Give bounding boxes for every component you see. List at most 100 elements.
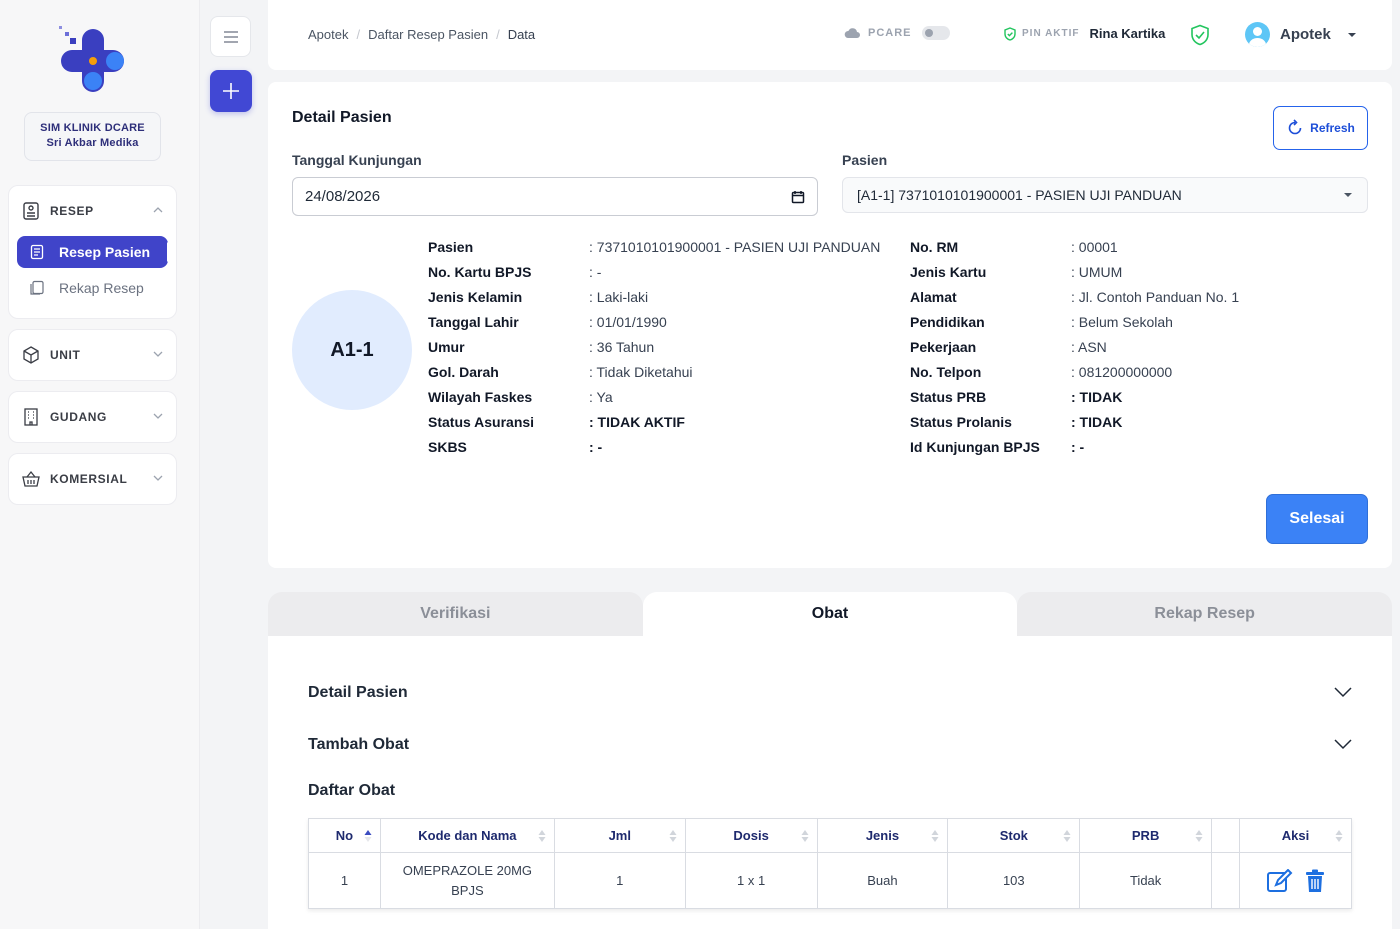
refresh-button[interactable]: Refresh (1273, 106, 1368, 150)
cell-jenis: Buah (816, 852, 949, 909)
tab-verifikasi[interactable]: Verifikasi (268, 592, 643, 636)
pasien-selected-value: [A1-1] 7371010101900001 - PASIEN UJI PAN… (857, 187, 1182, 203)
clinic-branch: Sri Akbar Medika (46, 137, 139, 149)
building-icon (21, 407, 41, 427)
info-key: No. RM (910, 238, 959, 255)
cell-nama-text: OMEPRAZOLE 20MG BPJS (402, 862, 533, 898)
col-kode-nama[interactable]: Kode dan Nama (379, 818, 555, 853)
selesai-button[interactable]: Selesai (1266, 494, 1368, 544)
info-key: Jenis Kartu (910, 263, 987, 280)
col-prb[interactable]: PRB (1079, 818, 1213, 853)
info-row: Wilayah Faskes: Ya (428, 384, 880, 409)
chevron-down-icon[interactable] (1334, 686, 1352, 698)
menu-gudang-label: GUDANG (50, 410, 107, 424)
info-key: Id Kunjungan BPJS (910, 438, 1040, 455)
prescription-icon (21, 201, 41, 221)
pasien-select[interactable]: [A1-1] 7371010101900001 - PASIEN UJI PAN… (842, 177, 1368, 213)
queue-code-badge: A1-1 (292, 290, 412, 410)
sidebar-item-label: Resep Pasien (59, 244, 151, 260)
sort-icon (669, 830, 677, 842)
sidebar-item-resep-pasien[interactable]: Resep Pasien (17, 236, 170, 268)
caret-down-icon (1344, 193, 1352, 197)
col-label: Kode dan Nama (418, 828, 517, 843)
copy-icon (30, 280, 44, 295)
trash-icon[interactable] (1304, 869, 1326, 893)
menu-komersial-label: KOMERSIAL (50, 472, 128, 486)
chevron-down-icon[interactable] (1334, 738, 1352, 750)
topbar: Apotek / Daftar Resep Pasien / Data PCAR… (268, 0, 1392, 70)
pcare-label: PCARE (868, 27, 912, 39)
accordion-detail-pasien[interactable]: Detail Pasien (308, 684, 408, 702)
add-button[interactable] (210, 70, 252, 112)
pcare-status: PCARE (844, 26, 950, 40)
refresh-icon (1288, 119, 1302, 135)
info-value: : - (589, 263, 602, 280)
col-no[interactable]: No (308, 818, 381, 853)
menu-komersial[interactable]: KOMERSIAL (8, 453, 177, 505)
menu-toggle-button[interactable] (210, 16, 251, 57)
tanggal-kunjungan-label: Tanggal Kunjungan (292, 152, 422, 168)
cell-blank (1211, 852, 1240, 909)
info-value: : Belum Sekolah (1071, 313, 1173, 330)
info-key: SKBS (428, 438, 467, 455)
user-menu[interactable]: Apotek (1245, 22, 1357, 47)
tanggal-kunjungan-input[interactable]: 24/08/2026 (292, 177, 818, 216)
breadcrumb: Apotek / Daftar Resep Pasien / Data (308, 27, 535, 42)
menu-unit[interactable]: UNIT (8, 329, 177, 381)
info-value: : - (1071, 438, 1085, 455)
card-title: Detail Pasien (292, 109, 392, 126)
breadcrumb-apotek[interactable]: Apotek (308, 27, 348, 42)
avatar (1245, 22, 1270, 47)
edit-icon[interactable] (1266, 868, 1294, 893)
col-jenis[interactable]: Jenis (816, 818, 949, 853)
tanggal-value: 24/08/2026 (305, 188, 381, 205)
hamburger-icon (223, 30, 238, 43)
cloud-icon (844, 28, 860, 38)
user-name: Apotek (1280, 26, 1331, 43)
menu-gudang[interactable]: GUDANG (8, 391, 177, 443)
tab-rekap-resep[interactable]: Rekap Resep (1017, 592, 1393, 636)
info-row: Pekerjaan: ASN (910, 334, 1239, 359)
security-shield-icon[interactable] (1190, 24, 1210, 51)
info-row: Tanggal Lahir: 01/01/1990 (428, 309, 880, 334)
info-row: Status PRB: TIDAK (910, 384, 1239, 409)
col-label: PRB (1131, 828, 1160, 843)
sort-icon (931, 830, 939, 842)
obat-panel: Detail Pasien Tambah Obat Daftar Obat No… (268, 636, 1392, 929)
tab-obat[interactable]: Obat (642, 592, 1018, 636)
menu-unit-label: UNIT (50, 348, 81, 362)
cell-dosis: 1 x 1 (684, 852, 818, 909)
accordion-tambah-obat[interactable]: Tambah Obat (308, 736, 409, 754)
col-label: Jenis (865, 828, 900, 843)
info-key: Jenis Kelamin (428, 288, 523, 305)
info-value: : Laki-laki (589, 288, 649, 305)
col-aksi[interactable]: Aksi (1239, 818, 1352, 853)
pin-label: PIN AKTIF (1022, 28, 1080, 39)
shield-check-icon (1004, 26, 1016, 41)
info-key: Umur (428, 338, 465, 355)
sidebar-item-rekap-resep[interactable]: Rekap Resep (17, 272, 168, 304)
breadcrumb-daftar-resep[interactable]: Daftar Resep Pasien (368, 27, 488, 42)
sort-asc-icon (364, 830, 372, 842)
info-value: : TIDAK (1071, 413, 1123, 430)
calendar-icon (791, 190, 805, 203)
sort-icon (801, 830, 809, 842)
info-row: SKBS: - (428, 434, 880, 459)
pasien-label: Pasien (842, 152, 888, 168)
info-row: Id Kunjungan BPJS : - (910, 434, 1239, 459)
col-jml[interactable]: Jml (553, 818, 686, 853)
menu-resep-header[interactable]: RESEP (9, 186, 176, 236)
sidebar: SIM KLINIK DCARE Sri Akbar Medika RESEP … (0, 0, 200, 929)
refresh-label: Refresh (1310, 121, 1355, 135)
cell-stok: 103 (947, 852, 1081, 909)
pcare-toggle[interactable] (921, 26, 950, 40)
caret-down-icon (1347, 32, 1356, 37)
info-value: : Tidak Diketahui (589, 363, 693, 380)
table-row: 1 OMEPRAZOLE 20MG BPJS 1 1 x 1 Buah 103 … (308, 852, 1352, 909)
info-value: : ASN (1071, 338, 1107, 355)
col-stok[interactable]: Stok (947, 818, 1081, 853)
info-key: Wilayah Faskes (428, 388, 533, 405)
col-dosis[interactable]: Dosis (684, 818, 818, 853)
info-key: Pasien (428, 238, 474, 255)
cell-no: 1 (308, 852, 381, 909)
